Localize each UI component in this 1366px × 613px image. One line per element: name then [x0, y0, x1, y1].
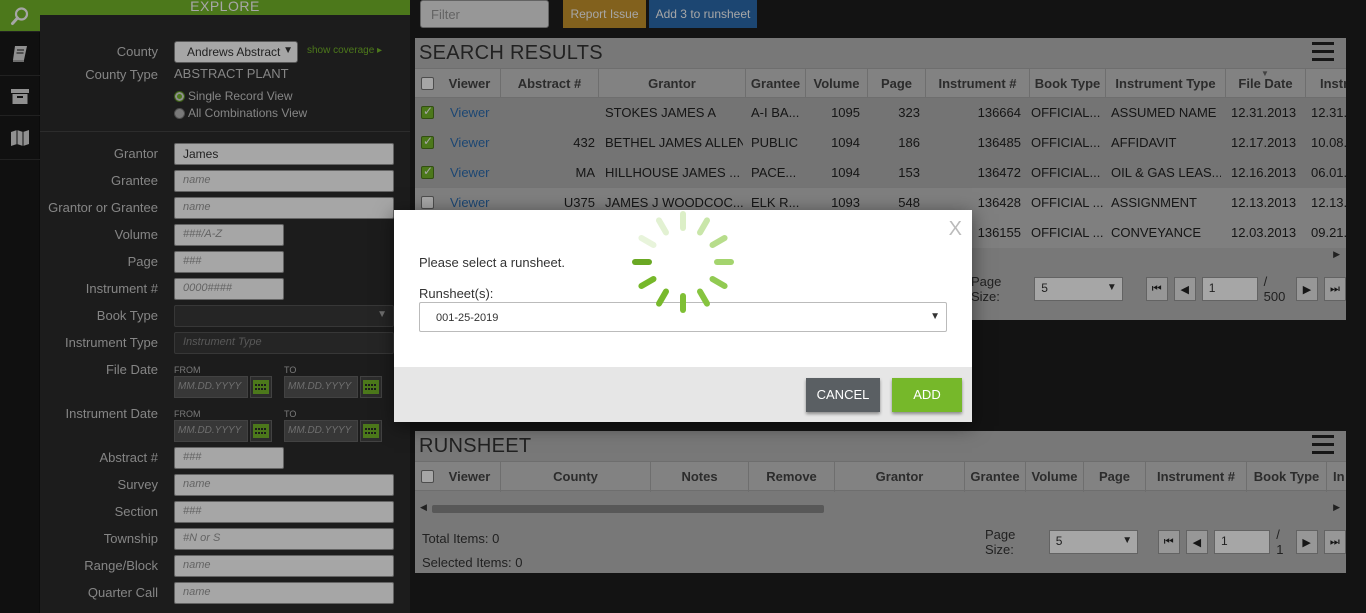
- dialog-message: Please select a runsheet.: [419, 255, 565, 270]
- chevron-down-icon: ▼: [930, 311, 940, 322]
- runsheet-label: Runsheet(s):: [419, 286, 494, 301]
- app-root: EXPLORE County Andrews Abstract ▼ show co…: [0, 0, 1366, 613]
- loading-spinner-icon: [632, 211, 734, 313]
- runsheet-select-value: 001-25-2019: [436, 312, 499, 324]
- cancel-button[interactable]: CANCEL: [806, 378, 880, 412]
- dialog-footer: CANCEL ADD: [394, 367, 972, 422]
- close-icon[interactable]: X: [949, 218, 962, 241]
- add-button[interactable]: ADD: [892, 378, 962, 412]
